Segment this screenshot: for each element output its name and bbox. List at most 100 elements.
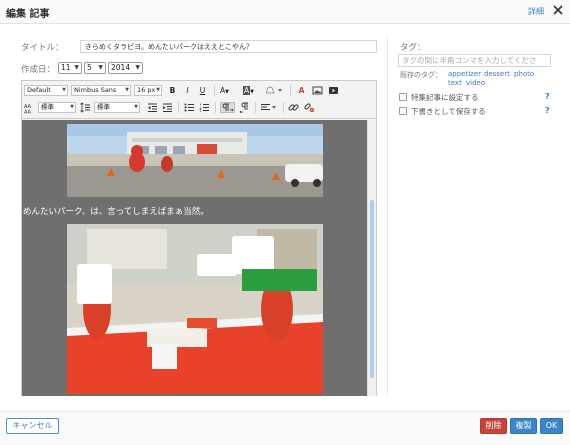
date-day-value: 11 [61, 63, 71, 72]
chevron-down-icon: ▼ [250, 89, 254, 95]
date-year-value: 2014 [111, 63, 131, 72]
outdent-icon [148, 103, 157, 112]
delete-button[interactable]: 削除 [480, 418, 507, 434]
featured-label: 特集記事に設定する [411, 93, 479, 102]
body-paragraph: めんたいパーク、は、言ってしまえばまぁ当然。 [23, 207, 209, 217]
draft-label: 下書きとして保存する [411, 107, 486, 116]
bullet-list-button[interactable] [184, 102, 195, 113]
detail-link[interactable]: 詳細 [528, 6, 544, 17]
numbered-list-button[interactable] [199, 102, 210, 113]
line-height-button[interactable] [80, 102, 91, 113]
scrollbar-thumb[interactable] [370, 200, 374, 378]
image-icon [312, 86, 323, 95]
ltr-paragraph-button[interactable] [220, 102, 235, 113]
street-photo-image [67, 124, 323, 197]
date-day-select[interactable]: 11 ▼ [58, 62, 82, 74]
clear-format-button[interactable]: A [296, 85, 307, 96]
line-size-value: 標準 [41, 103, 54, 111]
toolbar-divider [283, 102, 284, 113]
tag-link[interactable]: video [466, 79, 485, 87]
editor-content[interactable]: めんたいパーク、は、言ってしまえばまぁ当然。 [22, 120, 367, 396]
format-select[interactable]: Default ▼ [24, 85, 68, 96]
dialog-footer: キャンセル 削除 複製 OK [0, 411, 570, 445]
toolbar-divider [214, 85, 215, 96]
date-label: 作成日： [21, 65, 56, 75]
bell-icon [265, 86, 282, 94]
chevron-down-icon: ▼ [225, 89, 229, 95]
rich-text-editor: Default ▼ Nimbus Sans ▼ 16 px ▼ B I U A▼ A▼ [21, 80, 377, 396]
link-icon [288, 104, 299, 111]
font-size-adjust-button[interactable]: AA AA [24, 102, 36, 116]
draft-help-icon[interactable]: ? [545, 106, 550, 115]
editor-scrollbar[interactable] [367, 120, 376, 396]
indent-button[interactable] [162, 102, 173, 113]
font-size-value: 16 px [137, 86, 156, 94]
rtl-paragraph-button[interactable] [238, 102, 252, 114]
align-left-icon [261, 104, 276, 110]
dialog-titlebar: 編集 記事 詳細 [0, 0, 570, 24]
featured-checkbox[interactable] [399, 93, 407, 101]
title-label: タイトル： [21, 43, 64, 53]
date-year-select[interactable]: 2014 ▼ [108, 62, 143, 74]
insert-video-button[interactable] [328, 85, 339, 96]
bold-button[interactable]: B [167, 85, 178, 96]
featured-help-icon[interactable]: ? [545, 92, 550, 101]
edit-article-dialog: 編集 記事 詳細 タイトル： きらめくタラピヨ。めんたいパークはええとこやん？ … [0, 0, 570, 445]
date-month-value: 5 [87, 63, 92, 72]
toolbar-divider [255, 102, 256, 113]
chevron-down-icon: ▼ [134, 104, 138, 110]
chevron-down-icon: ▼ [156, 87, 160, 93]
font-value: Nimbus Sans [74, 86, 117, 94]
existing-tags-label: 既存のタグ： [400, 71, 442, 79]
underline-button[interactable]: U [197, 85, 208, 96]
toolbar-divider [178, 102, 179, 113]
video-icon [329, 87, 338, 94]
line-height-select[interactable]: 標準 ▼ [94, 102, 140, 113]
mentaiko-display-image [67, 224, 323, 394]
text-size-icon: AA AA [24, 104, 32, 116]
chevron-down-icon: ▼ [135, 64, 140, 71]
tag-link[interactable]: photo [514, 70, 534, 78]
chevron-down-icon: ▼ [125, 87, 129, 93]
toolbar-divider [215, 102, 216, 113]
italic-button[interactable]: I [182, 85, 193, 96]
outdent-button[interactable] [147, 102, 158, 113]
line-size-select[interactable]: 標準 ▼ [38, 102, 76, 113]
cancel-button[interactable]: キャンセル [6, 418, 59, 434]
ok-button[interactable]: OK [540, 418, 563, 434]
chevron-down-icon: ▼ [62, 87, 66, 93]
align-button[interactable] [260, 102, 278, 113]
duplicate-button[interactable]: 複製 [510, 418, 537, 434]
editor-toolbar: Default ▼ Nimbus Sans ▼ 16 px ▼ B I U A▼ A▼ [22, 81, 376, 119]
highlight-color-button[interactable]: A▼ [243, 85, 261, 96]
remove-link-button[interactable] [304, 102, 315, 113]
tag-input[interactable]: タグの間に半角コンマを入力してくださ [398, 54, 551, 67]
line-height-value: 標準 [97, 103, 110, 111]
font-select[interactable]: Nimbus Sans ▼ [71, 85, 131, 96]
tag-link[interactable]: dessert [484, 70, 510, 78]
font-size-select[interactable]: 16 px ▼ [134, 85, 162, 96]
unlink-icon [304, 103, 315, 113]
font-color-button[interactable]: A▼ [220, 85, 238, 96]
chevron-down-icon: ▼ [98, 64, 103, 71]
numbered-list-icon [199, 103, 209, 112]
title-input[interactable]: きらめくタラピヨ。めんたいパークはええとこやん？ [80, 40, 377, 53]
sidebar-divider [387, 36, 388, 396]
clear-format-label: A [298, 86, 305, 95]
style-button[interactable] [265, 85, 284, 96]
chevron-down-icon: ▼ [74, 64, 79, 71]
tag-link[interactable]: text [448, 79, 462, 87]
tag-label: タグ： [400, 43, 426, 53]
insert-image-button[interactable] [312, 85, 323, 96]
format-value: Default [27, 86, 51, 94]
dialog-title: 編集 記事 [6, 9, 50, 20]
pilcrow-rtl-icon [239, 102, 248, 114]
tag-link[interactable]: appetizer [448, 70, 481, 78]
insert-link-button[interactable] [288, 102, 299, 113]
date-month-select[interactable]: 5 ▼ [84, 62, 106, 74]
line-height-icon [80, 102, 90, 113]
toolbar-divider [290, 85, 291, 96]
draft-checkbox[interactable] [399, 107, 407, 115]
close-icon[interactable] [552, 4, 564, 16]
svg-text:AA: AA [24, 110, 32, 115]
